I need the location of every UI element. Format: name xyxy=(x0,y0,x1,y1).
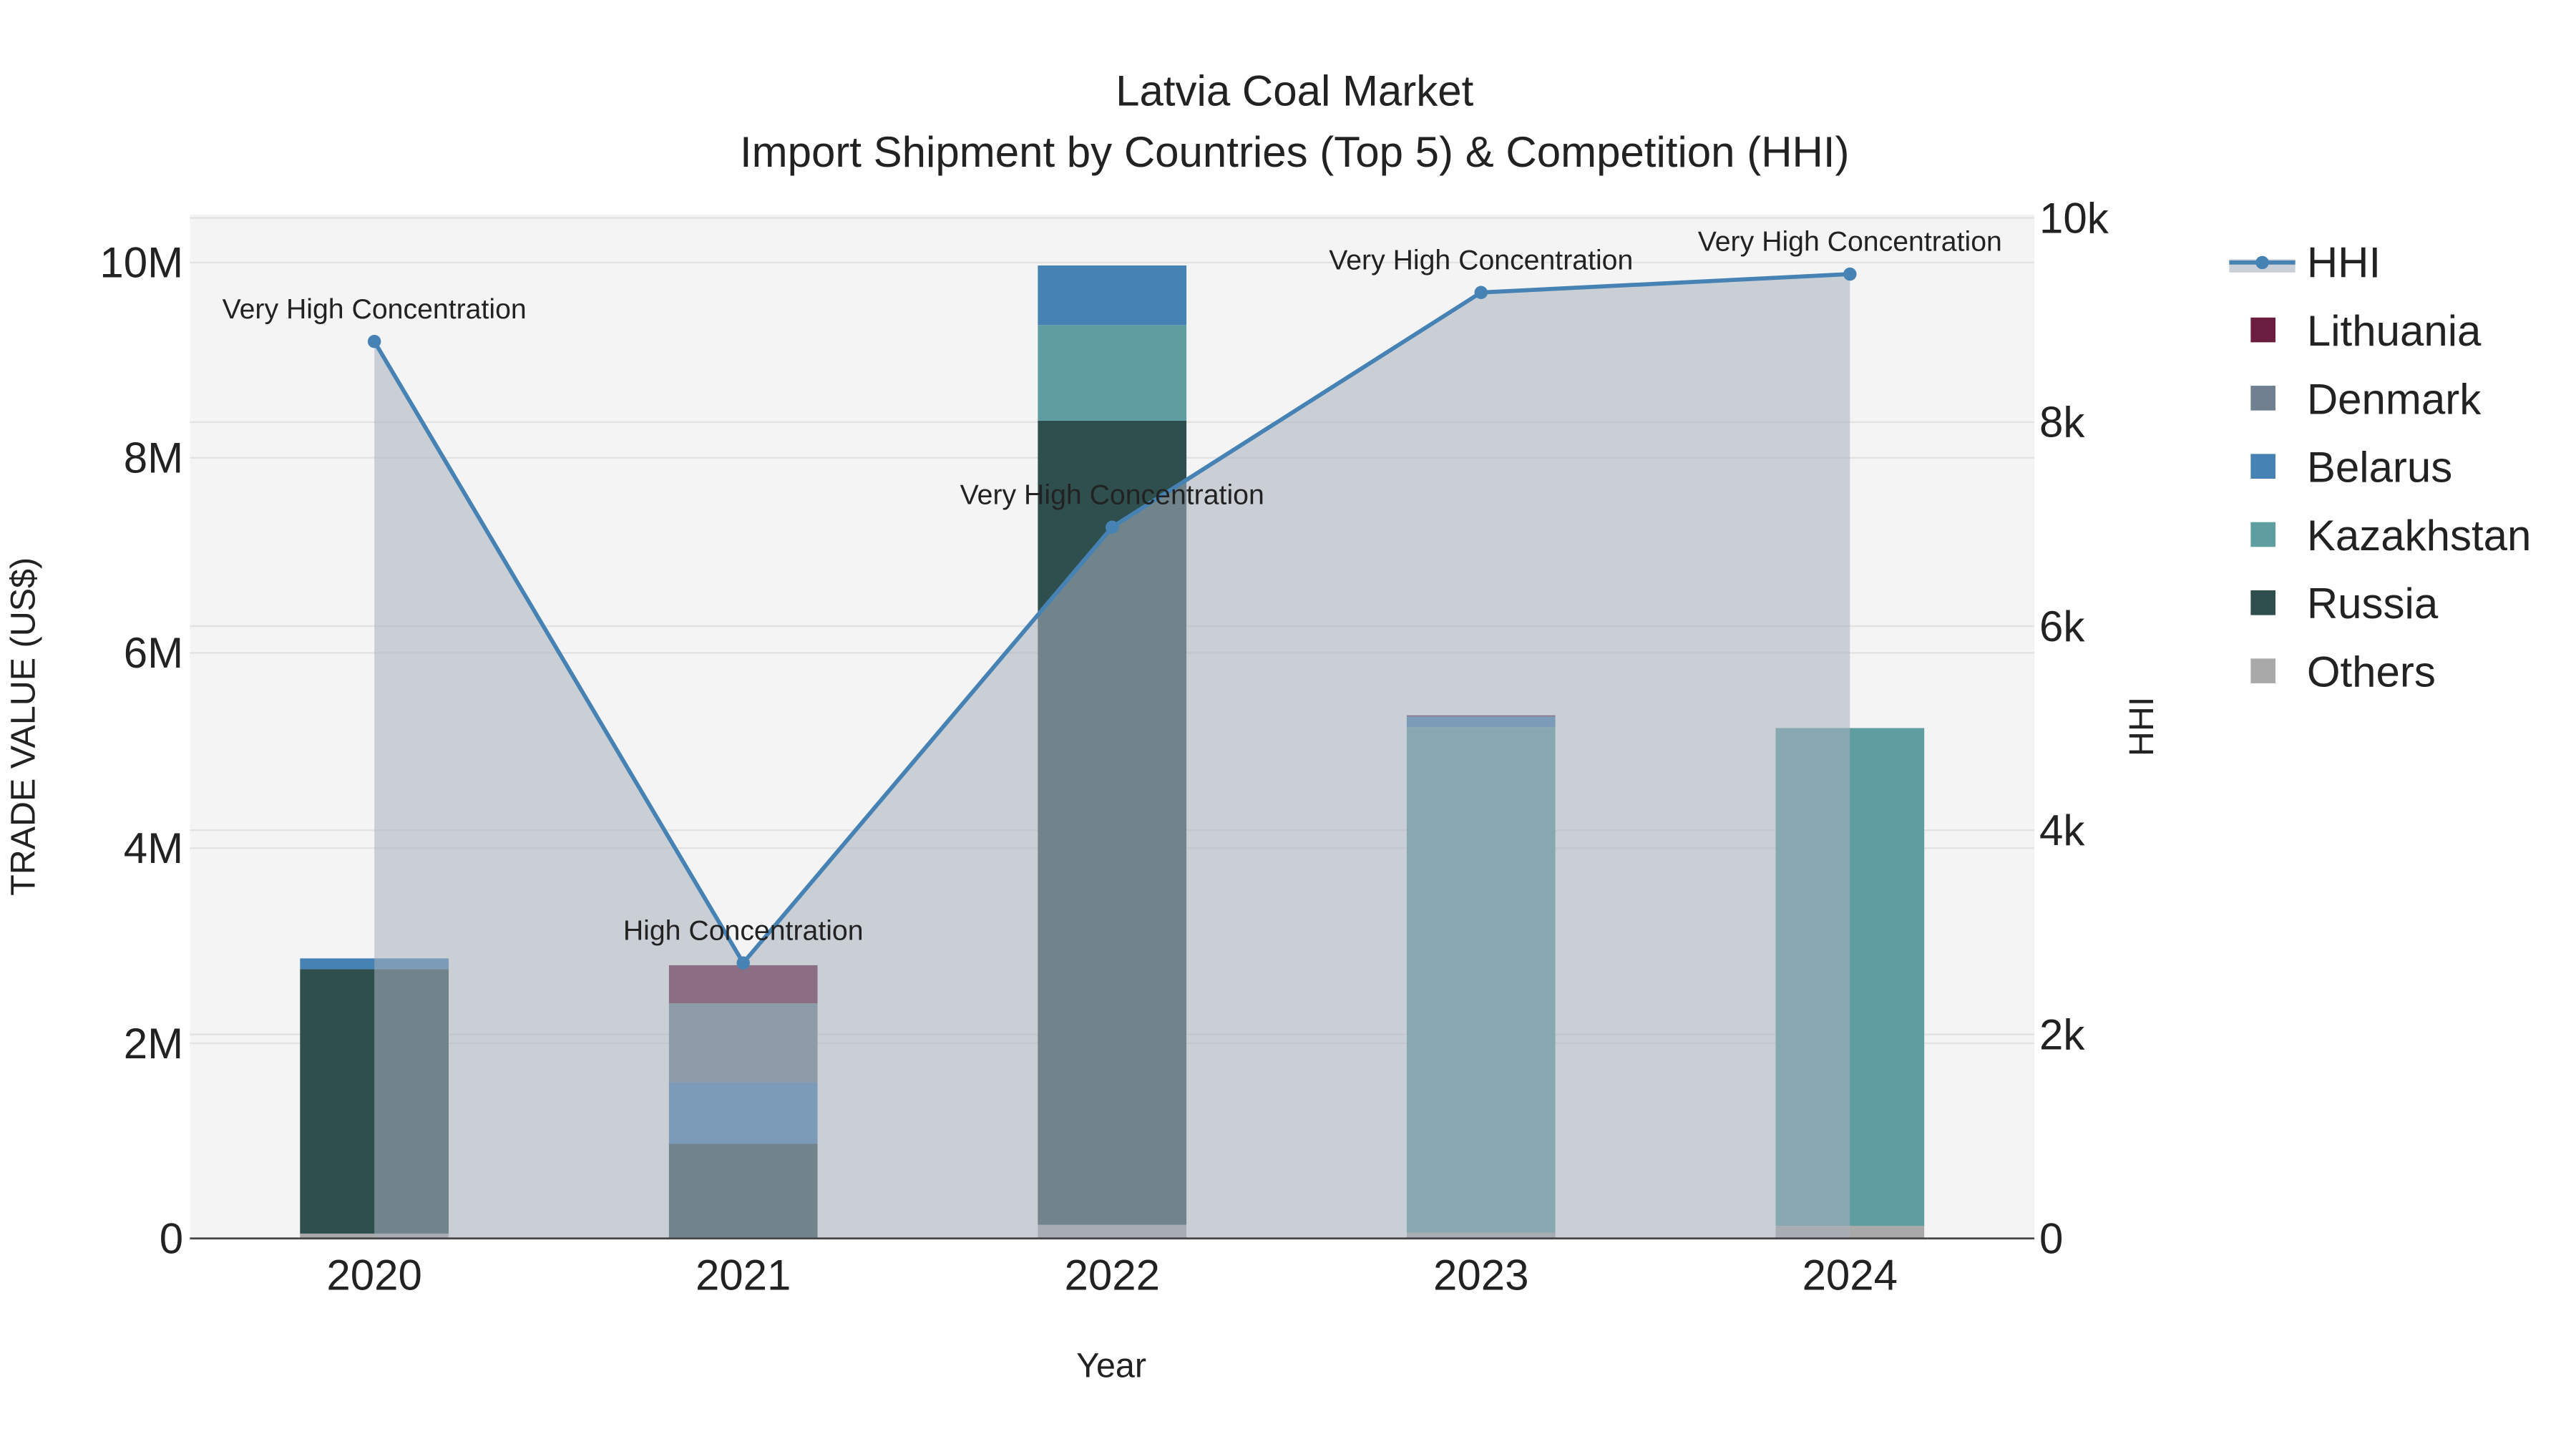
x-tick-label: 2023 xyxy=(1433,1251,1528,1299)
legend-label-hhi: HHI xyxy=(2307,239,2381,287)
hhi-annotation: Very High Concentration xyxy=(223,293,527,325)
y2-tick-label: 10k xyxy=(2039,194,2109,242)
bar-kazakhstan xyxy=(1038,325,1187,421)
legend-label-lithuania: Lithuania xyxy=(2307,307,2482,355)
x-axis-title: Year xyxy=(1076,1347,1146,1385)
hhi-point xyxy=(1106,520,1119,534)
legend-swatch-russia xyxy=(2250,590,2275,615)
x-tick-label: 2021 xyxy=(696,1251,791,1299)
y2-tick-label: 0 xyxy=(2039,1215,2063,1263)
y-tick-label: 10M xyxy=(99,239,183,287)
legend-swatch-lithuania xyxy=(2250,317,2275,343)
hhi-point xyxy=(736,956,750,970)
hhi-point xyxy=(1843,267,1857,281)
legend-swatch-others xyxy=(2250,658,2275,683)
legend-label-kazakhstan: Kazakhstan xyxy=(2307,512,2532,560)
legend-marker-hhi xyxy=(2255,255,2269,270)
y2-tick-label: 8k xyxy=(2039,399,2085,447)
legend-label-russia: Russia xyxy=(2307,580,2439,628)
legend-label-belarus: Belarus xyxy=(2307,444,2452,492)
y2-tick-label: 6k xyxy=(2039,602,2085,650)
x-tick-label: 2022 xyxy=(1064,1251,1159,1299)
y2-axis-title: HHI xyxy=(2122,697,2161,756)
hhi-annotation: High Concentration xyxy=(623,914,864,946)
legend-label-denmark: Denmark xyxy=(2307,375,2482,423)
legend-label-others: Others xyxy=(2307,648,2436,696)
bar-belarus xyxy=(1038,265,1187,326)
y-axis-title: TRADE VALUE (US$) xyxy=(4,557,42,896)
y-tick-label: 0 xyxy=(160,1215,183,1263)
hhi-point xyxy=(1474,286,1488,299)
chart-subtitle: Import Shipment by Countries (Top 5) & C… xyxy=(740,128,1850,176)
x-tick-label: 2020 xyxy=(326,1251,421,1299)
y-tick-label: 6M xyxy=(124,629,183,677)
chart: Very High Concentration High Concentratio… xyxy=(4,67,2532,1385)
y-tick-label: 2M xyxy=(124,1020,183,1068)
y-tick-label: 4M xyxy=(124,824,183,872)
y2-tick-label: 2k xyxy=(2039,1010,2085,1058)
hhi-point xyxy=(367,334,381,348)
hhi-annotation: Very High Concentration xyxy=(1698,226,2002,258)
chart-title: Latvia Coal Market xyxy=(1116,67,1474,115)
y-tick-label: 8M xyxy=(124,434,183,482)
legend-swatch-belarus xyxy=(2250,454,2275,479)
y2-tick-label: 4k xyxy=(2039,806,2085,854)
x-tick-label: 2024 xyxy=(1802,1251,1898,1299)
legend-swatch-denmark xyxy=(2250,386,2275,411)
hhi-annotation: Very High Concentration xyxy=(1329,244,1633,275)
hhi-annotation: Very High Concentration xyxy=(960,479,1264,510)
legend-swatch-kazakhstan xyxy=(2250,522,2275,547)
